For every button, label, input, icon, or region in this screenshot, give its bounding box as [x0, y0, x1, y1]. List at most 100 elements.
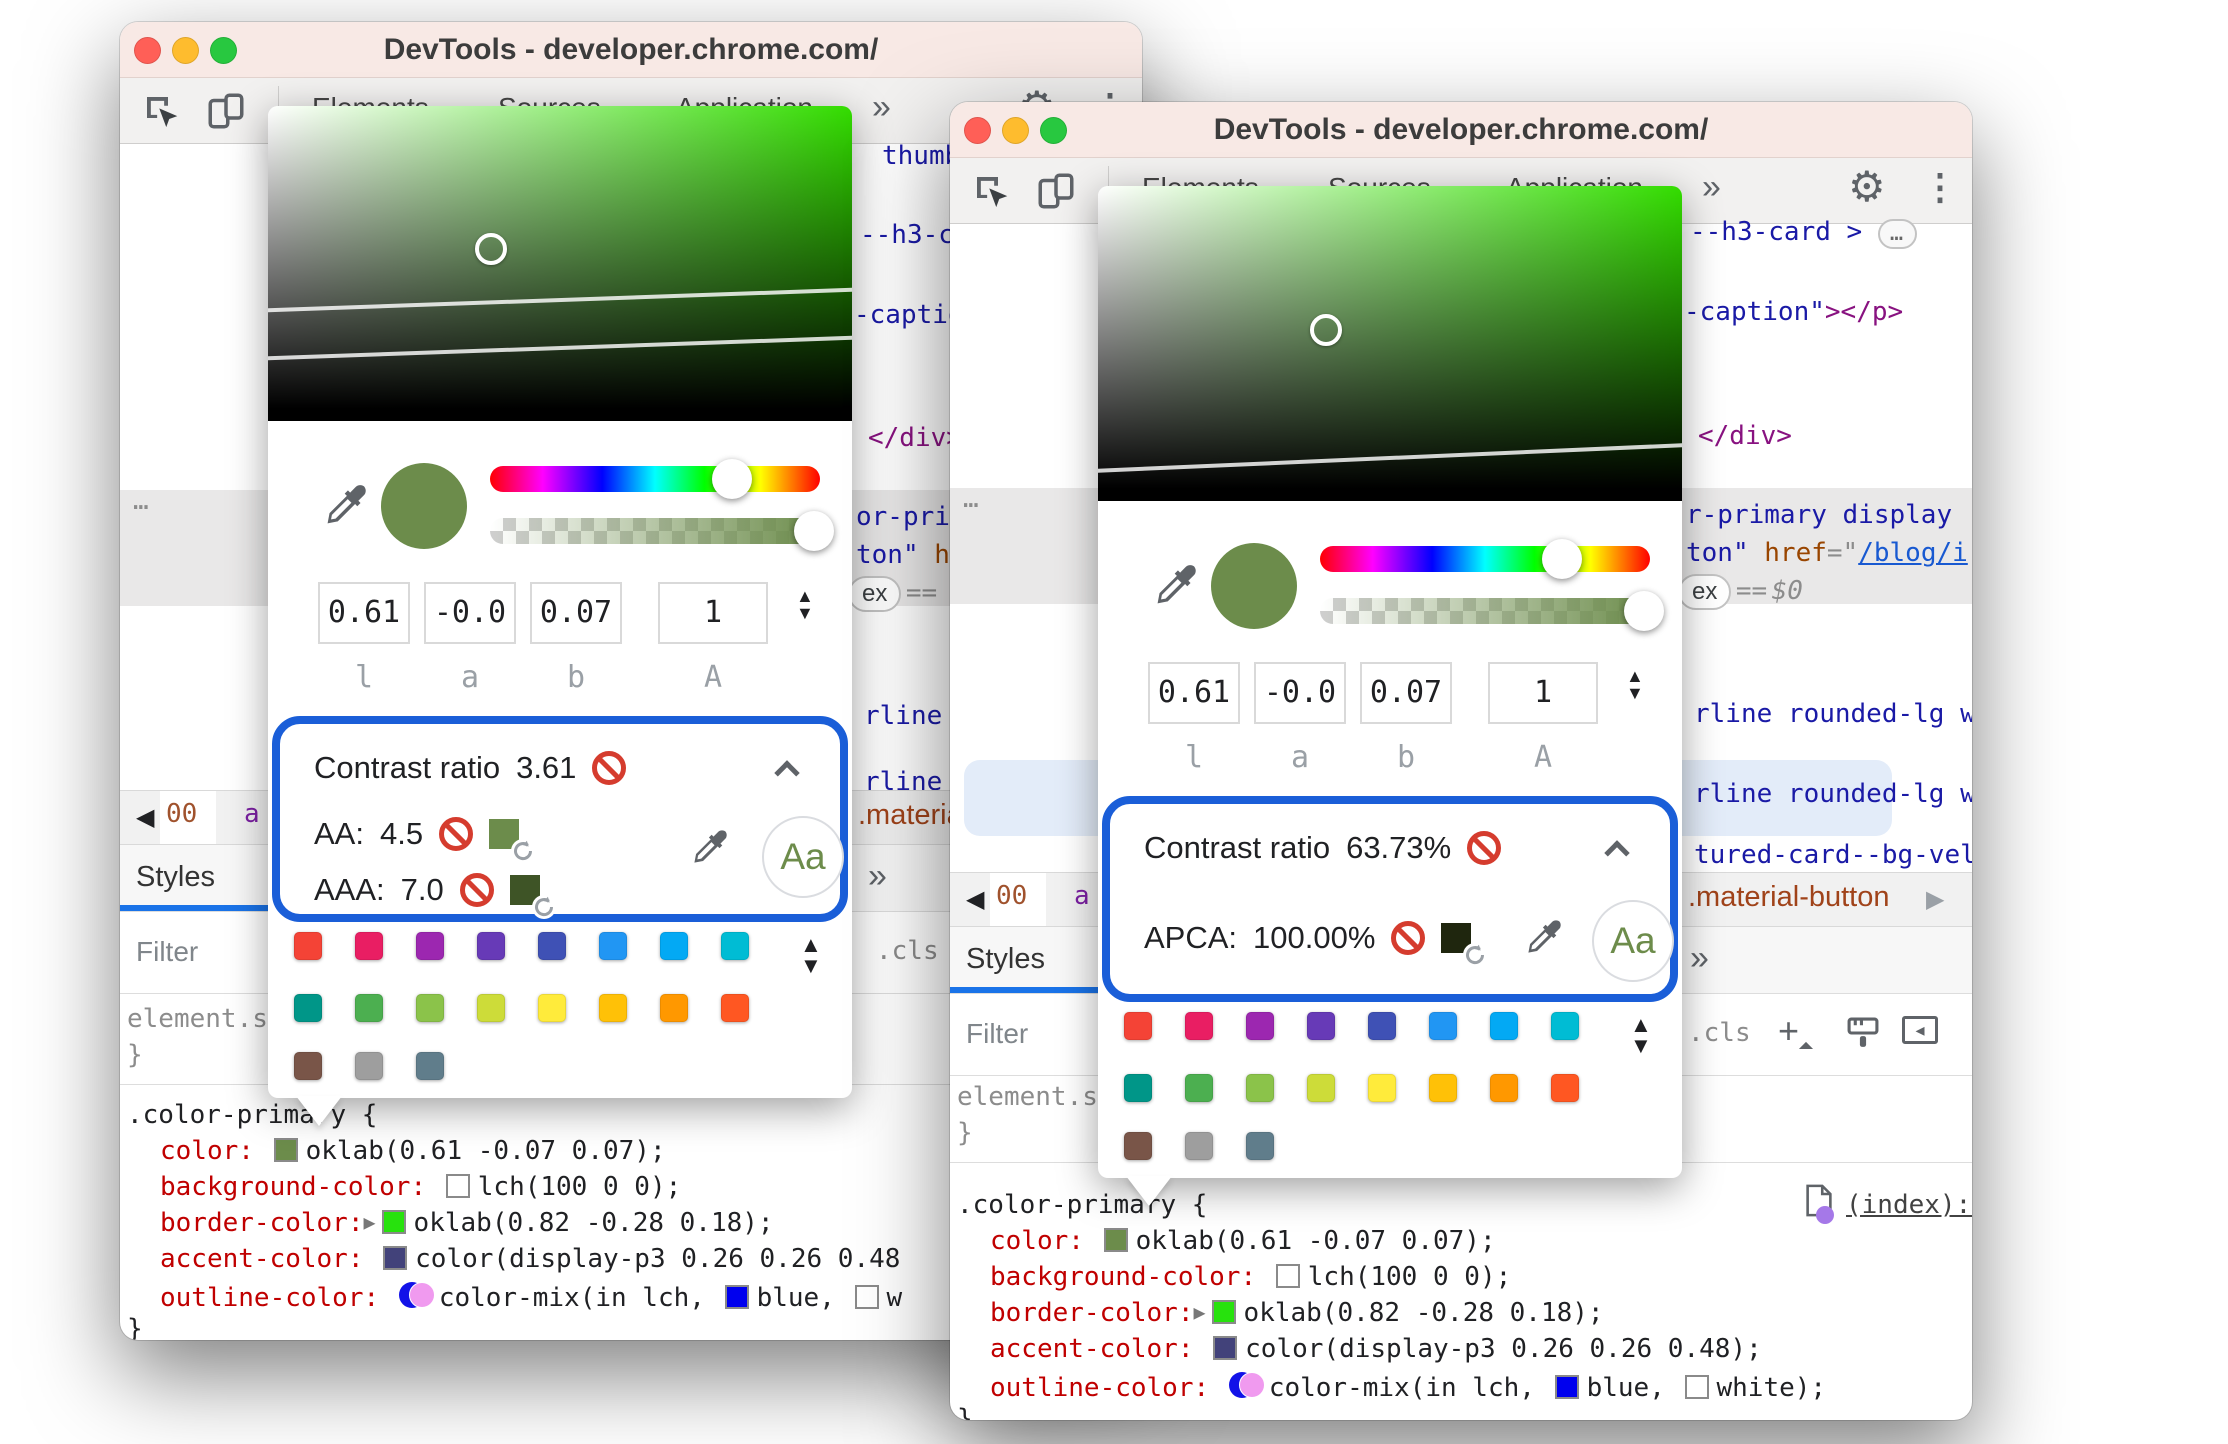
color-swatch[interactable]: [1103, 1228, 1128, 1252]
more-tabs-icon[interactable]: »: [1702, 168, 1721, 207]
palette-swatch[interactable]: [294, 994, 322, 1022]
dom-node[interactable]: --h3-card > …: [1690, 212, 1918, 252]
value-alpha-input[interactable]: 1: [658, 582, 768, 644]
dom-node[interactable]: -caption"></p>: [1684, 292, 1903, 332]
breadcrumb-item[interactable]: 00: [996, 881, 1027, 911]
titlebar[interactable]: DevTools - developer.chrome.com/: [120, 22, 1142, 78]
href-link[interactable]: /blog/i: [1858, 538, 1968, 568]
palette-swatch[interactable]: [416, 1052, 444, 1080]
sidebar-panel-icon[interactable]: ◂: [1902, 1016, 1938, 1044]
more-panes-icon[interactable]: »: [868, 857, 887, 896]
more-tabs-icon[interactable]: »: [872, 88, 891, 127]
color-swatch[interactable]: [854, 1285, 879, 1309]
color-swatch[interactable]: [445, 1174, 470, 1198]
tab-styles[interactable]: Styles: [136, 861, 215, 894]
dom-node[interactable]: rline rounded-lg w: [1694, 694, 1972, 734]
palette-swatch[interactable]: [416, 932, 444, 960]
color-swatch[interactable]: [1275, 1264, 1300, 1288]
value-l-input[interactable]: 0.61: [1148, 662, 1240, 724]
settings-gear-icon[interactable]: ⚙: [1848, 162, 1886, 211]
eyedropper-icon[interactable]: [1150, 560, 1202, 617]
device-toolbar-icon[interactable]: [204, 90, 248, 137]
palette-swatch[interactable]: [294, 932, 322, 960]
alpha-slider[interactable]: [1320, 598, 1650, 624]
breadcrumb-item[interactable]: a: [244, 799, 260, 829]
expand-arrow-icon[interactable]: ▶: [364, 1210, 376, 1234]
palette-stepper[interactable]: ▲ ▼: [1630, 1014, 1652, 1057]
contrast-preview-button[interactable]: Aa: [1592, 900, 1674, 982]
color-swatch[interactable]: [1554, 1375, 1579, 1399]
palette-swatch[interactable]: [721, 994, 749, 1022]
palette-swatch[interactable]: [1551, 1012, 1579, 1040]
color-swatch[interactable]: [1211, 1300, 1236, 1324]
palette-swatch[interactable]: [721, 932, 749, 960]
shade-gradient-area[interactable]: [1098, 186, 1682, 501]
current-color-swatch[interactable]: [381, 463, 467, 549]
new-style-rule-button[interactable]: +: [1778, 1010, 1799, 1052]
value-a-input[interactable]: -0.0: [424, 582, 516, 644]
palette-swatch[interactable]: [1368, 1012, 1396, 1040]
breadcrumb-item[interactable]: 00: [166, 799, 197, 829]
palette-swatch[interactable]: [355, 1052, 383, 1080]
color-swatch[interactable]: [1213, 1336, 1238, 1360]
filter-input[interactable]: Filter: [966, 1018, 1028, 1050]
value-stepper[interactable]: ▲ ▼: [796, 587, 814, 622]
palette-swatch[interactable]: [1307, 1074, 1335, 1102]
ellipsis-icon[interactable]: …: [133, 486, 149, 516]
element-style-selector[interactable]: element.s: [127, 1004, 268, 1034]
dom-node[interactable]: </div>: [1698, 416, 1792, 456]
palette-swatch[interactable]: [599, 994, 627, 1022]
color-swatch[interactable]: [273, 1138, 298, 1162]
hue-slider-handle[interactable]: [712, 459, 752, 499]
palette-swatch[interactable]: [1246, 1012, 1274, 1040]
expand-ellipsis-icon[interactable]: …: [1877, 219, 1918, 249]
breadcrumb-back-icon[interactable]: ◀: [136, 803, 154, 832]
source-link[interactable]: (index):1: [1846, 1190, 1972, 1220]
palette-swatch[interactable]: [1490, 1012, 1518, 1040]
palette-swatch[interactable]: [355, 994, 383, 1022]
palette-swatch[interactable]: [1551, 1074, 1579, 1102]
palette-swatch[interactable]: [1429, 1074, 1457, 1102]
alpha-slider-handle[interactable]: [794, 511, 834, 551]
cls-button[interactable]: .cls: [1688, 1018, 1751, 1048]
more-panes-icon[interactable]: »: [1690, 939, 1709, 978]
palette-swatch[interactable]: [1429, 1012, 1457, 1040]
palette-swatch[interactable]: [477, 932, 505, 960]
flex-badge[interactable]: ex: [1678, 574, 1732, 610]
palette-swatch[interactable]: [1124, 1132, 1152, 1160]
breadcrumb-item-material-button[interactable]: .materia: [858, 799, 963, 832]
dom-node[interactable]: rline rounded-lg w: [1694, 774, 1972, 814]
current-color-swatch[interactable]: [1211, 543, 1297, 629]
value-a-input[interactable]: -0.0: [1254, 662, 1346, 724]
titlebar[interactable]: DevTools - developer.chrome.com/: [950, 102, 1972, 158]
collapse-chevron-icon[interactable]: [1604, 840, 1630, 866]
palette-swatch[interactable]: [1307, 1012, 1335, 1040]
aaa-color-swatch[interactable]: [509, 875, 556, 919]
ellipsis-icon[interactable]: …: [963, 484, 979, 514]
palette-swatch[interactable]: [1124, 1074, 1152, 1102]
hue-slider[interactable]: [490, 466, 820, 492]
palette-swatch[interactable]: [1185, 1012, 1213, 1040]
breadcrumb-forward-icon[interactable]: ▶: [1926, 885, 1944, 914]
alpha-slider[interactable]: [490, 518, 820, 544]
palette-swatch[interactable]: [1246, 1074, 1274, 1102]
value-alpha-input[interactable]: 1: [1488, 662, 1598, 724]
color-mix-icon[interactable]: [398, 1280, 435, 1310]
palette-swatch[interactable]: [538, 994, 566, 1022]
color-swatch[interactable]: [724, 1285, 749, 1309]
palette-swatch[interactable]: [416, 994, 444, 1022]
shade-gradient-area[interactable]: [268, 106, 852, 421]
apca-color-swatch[interactable]: [1441, 923, 1488, 967]
tab-styles[interactable]: Styles: [966, 943, 1045, 976]
inspect-icon[interactable]: [140, 90, 182, 137]
eyedropper-icon[interactable]: [320, 480, 372, 537]
cls-button[interactable]: .cls: [876, 936, 939, 966]
palette-swatch[interactable]: [1490, 1074, 1518, 1102]
palette-swatch[interactable]: [1185, 1074, 1213, 1102]
palette-swatch[interactable]: [599, 932, 627, 960]
shade-selector-handle[interactable]: [475, 233, 507, 265]
dom-node[interactable]: </div>: [868, 418, 962, 458]
menu-kebab-icon[interactable]: ⋮: [1922, 166, 1958, 208]
color-swatch[interactable]: [383, 1246, 408, 1270]
value-b-input[interactable]: 0.07: [1360, 662, 1452, 724]
